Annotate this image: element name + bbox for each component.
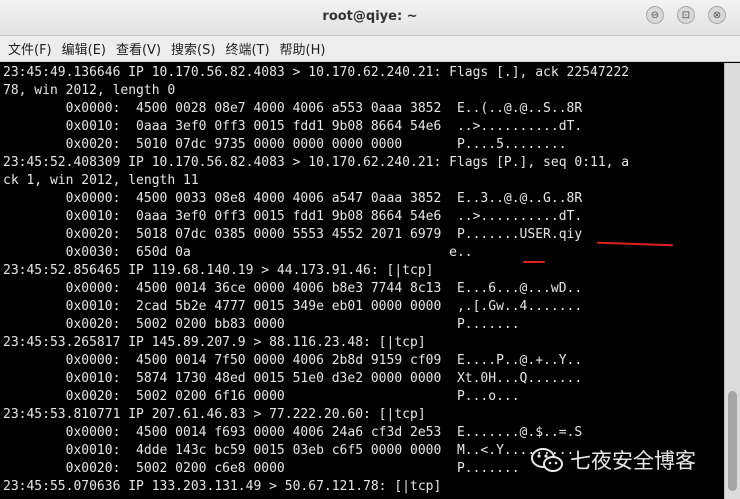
terminal-line: 0x0010: 4dde 143c bc59 0015 03eb c6f5 00… bbox=[3, 443, 583, 458]
terminal-line: 0x0020: 5002 0200 c6e8 0000 P....... bbox=[3, 461, 520, 476]
scrollbar[interactable] bbox=[724, 63, 740, 499]
close-icon[interactable]: ⊗ bbox=[708, 6, 726, 24]
terminal-line: 0x0010: 5874 1730 48ed 0015 51e0 d3e2 00… bbox=[3, 371, 583, 386]
terminal-line: 0x0000: 4500 0028 08e7 4000 4006 a553 0a… bbox=[3, 101, 583, 116]
menu-view[interactable]: 查看(V) bbox=[116, 39, 161, 58]
annotation-underline bbox=[523, 261, 545, 263]
terminal-line: 78, win 2012, length 0 bbox=[3, 83, 176, 98]
terminal-line: ck 1, win 2012, length 11 bbox=[3, 173, 199, 188]
terminal-line: 0x0010: 0aaa 3ef0 0ff3 0015 fdd1 9b08 86… bbox=[3, 209, 583, 224]
terminal-line: 0x0010: 0aaa 3ef0 0ff3 0015 fdd1 9b08 86… bbox=[3, 119, 583, 134]
maximize-icon[interactable]: ⊡ bbox=[677, 6, 695, 24]
terminal-line: 0x0000: 4500 0014 7f50 0000 4006 2b8d 91… bbox=[3, 353, 583, 368]
terminal-line: 0x0020: 5010 07dc 9735 0000 0000 0000 00… bbox=[3, 137, 567, 152]
menu-edit[interactable]: 编辑(E) bbox=[62, 39, 106, 58]
scrollbar-thumb[interactable] bbox=[728, 391, 737, 491]
title-bar[interactable]: root@qiye: ~ ⊖ ⊡ ⊗ bbox=[0, 0, 740, 36]
terminal-line: 23:45:49.136646 IP 10.170.56.82.4083 > 1… bbox=[3, 65, 630, 80]
menu-help[interactable]: 帮助(H) bbox=[280, 39, 326, 58]
terminal-line: 0x0000: 4500 0033 08e8 4000 4006 a547 0a… bbox=[3, 191, 583, 206]
terminal-line: 23:45:53.810771 IP 207.61.46.83 > 77.222… bbox=[3, 407, 426, 422]
terminal-line: 0x0030: 650d 0a e.. bbox=[3, 245, 473, 260]
menu-terminal[interactable]: 终端(T) bbox=[225, 39, 269, 58]
menu-file[interactable]: 文件(F) bbox=[8, 39, 52, 58]
terminal-line: 23:45:53.265817 IP 145.89.207.9 > 88.116… bbox=[3, 335, 426, 350]
terminal-line: 0x0010: 2cad 5b2e 4777 0015 349e eb01 00… bbox=[3, 299, 583, 314]
terminal-output[interactable]: 23:45:49.136646 IP 10.170.56.82.4083 > 1… bbox=[0, 63, 724, 499]
terminal-line: 23:45:55.070636 IP 133.203.131.49 > 50.6… bbox=[3, 479, 442, 494]
watermark-text: 七夜安全博客 bbox=[570, 449, 696, 473]
terminal-line: 0x0000: 4500 0014 f693 0000 4006 24a6 cf… bbox=[3, 425, 583, 440]
terminal-line: 0x0000: 4500 0014 36ce 0000 4006 b8e3 77… bbox=[3, 281, 583, 296]
terminal-line: 0x0020: 5002 0200 6f16 0000 P...o... bbox=[3, 389, 520, 404]
watermark: 七夜安全博客 bbox=[530, 446, 696, 474]
terminal-line: 0x0020: 5002 0200 bb83 0000 P....... bbox=[3, 317, 520, 332]
menu-bar: 文件(F) 编辑(E) 查看(V) 搜索(S) 终端(T) 帮助(H) bbox=[0, 36, 740, 62]
window-title: root@qiye: ~ bbox=[322, 9, 418, 24]
wechat-icon bbox=[531, 448, 563, 472]
terminal-line: 23:45:52.408309 IP 10.170.56.82.4083 > 1… bbox=[3, 155, 630, 170]
terminal-line: 23:45:52.856465 IP 119.68.140.19 > 44.17… bbox=[3, 263, 434, 278]
terminal-line: 0x0020: 5018 07dc 0385 0000 5553 4552 20… bbox=[3, 227, 583, 242]
minimize-icon[interactable]: ⊖ bbox=[646, 6, 664, 24]
menu-search[interactable]: 搜索(S) bbox=[171, 39, 215, 58]
annotation-underline bbox=[596, 241, 674, 247]
